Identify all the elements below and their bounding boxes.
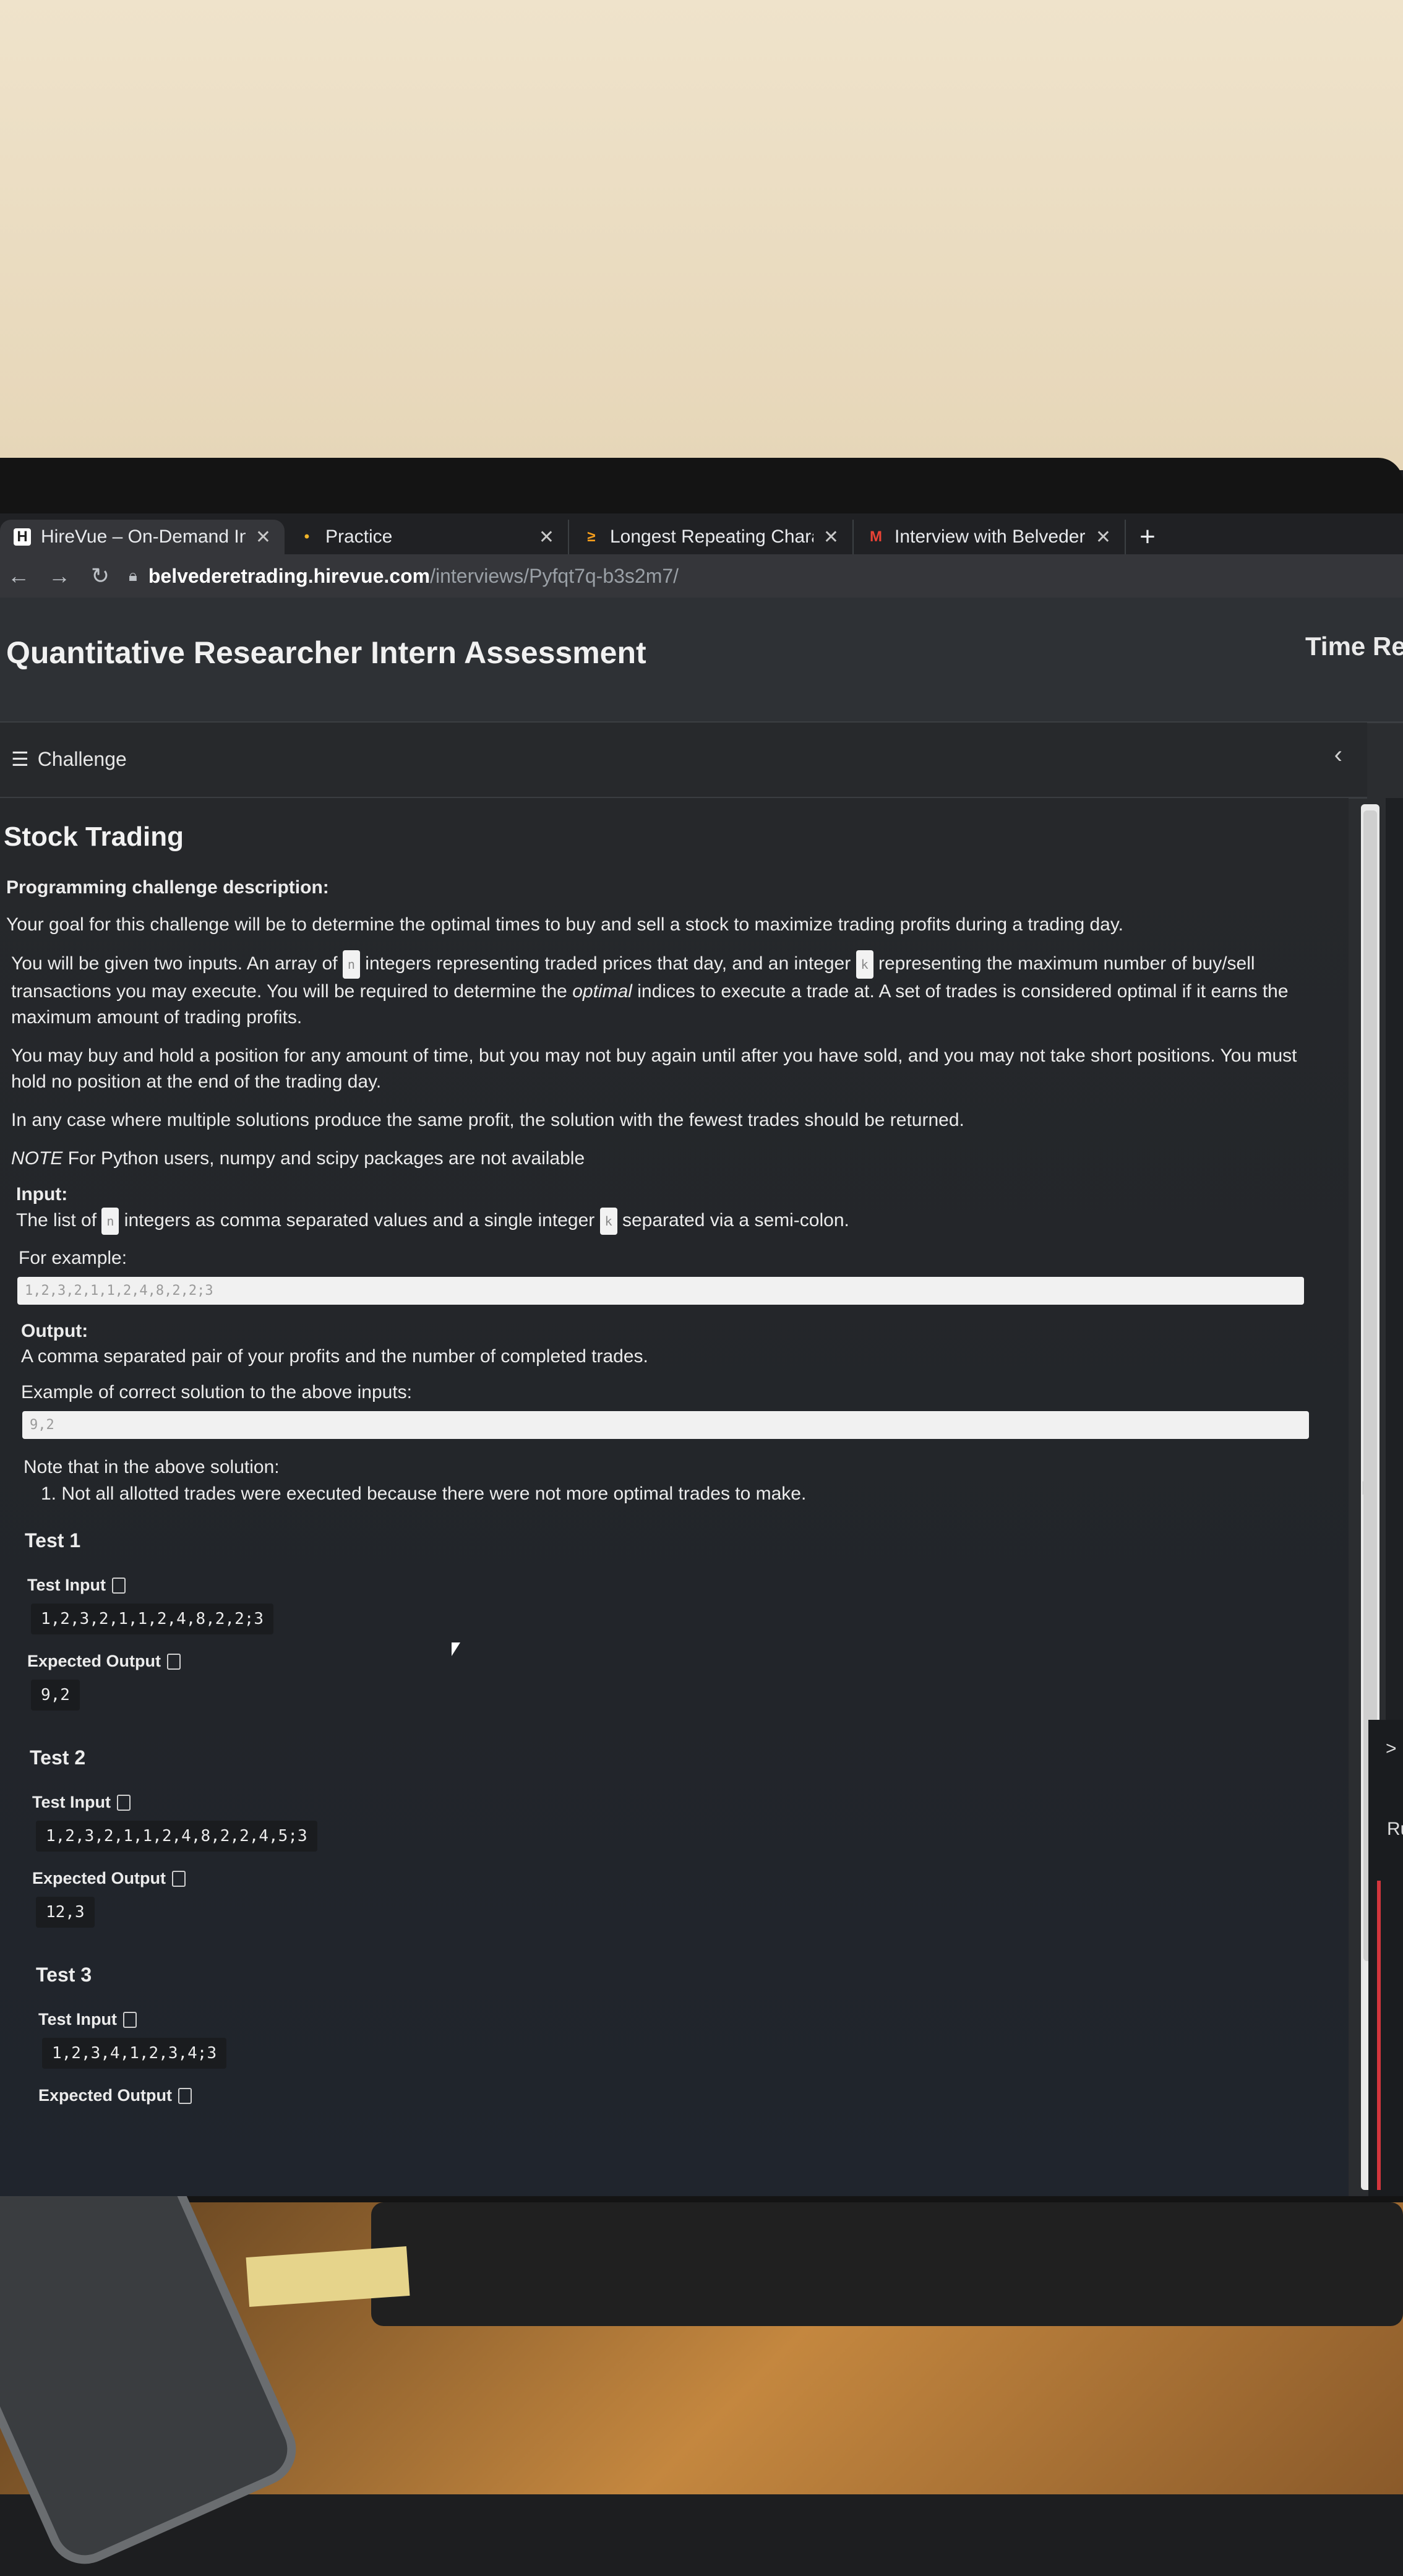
description-paragraph-2: You will be given two inputs. An array o… — [6, 950, 1311, 1031]
expected-output-code: 9,2 — [31, 1680, 80, 1711]
wall-background — [0, 0, 1403, 470]
gmail-favicon-icon: M — [870, 528, 882, 545]
reload-icon[interactable]: ↻ — [88, 563, 113, 589]
k-variable: k — [599, 1208, 617, 1235]
test-title: Test 2 — [30, 1746, 86, 1769]
n-variable: n — [101, 1208, 119, 1235]
test-input-label: Test Input — [38, 2010, 1311, 2029]
description-note: NOTE For Python users, numpy and scipy p… — [11, 1148, 585, 1169]
app-header: Quantitative Researcher Intern Assessmen… — [0, 598, 1403, 723]
test-input-label: Test Input — [27, 1576, 1311, 1595]
list-item: 1. Not all allotted trades were executed… — [41, 1483, 807, 1504]
expand-chevron-icon[interactable]: > — [1386, 1738, 1397, 1759]
lock-icon: 🔒︎ — [129, 566, 137, 585]
test-title: Test 3 — [36, 1964, 92, 1986]
test-input-code: 1,2,3,2,1,1,2,4,8,2,2;3 — [31, 1604, 274, 1634]
n-variable: n — [342, 950, 360, 979]
copy-icon[interactable] — [116, 1794, 131, 1811]
test-1: Test 1 Test Input 1,2,3,2,1,1,2,4,8,2,2;… — [6, 1529, 1311, 1728]
tab-label: Interview with Belvedere — [895, 526, 1086, 547]
expected-output-code: 12,3 — [36, 1897, 95, 1928]
resize-handle-icon[interactable]: ‖ — [1361, 1479, 1370, 1503]
tab-strip: H HireVue – On-Demand Int ✕ • Practice ✕… — [0, 513, 1403, 554]
test-input-code: 1,2,3,2,1,1,2,4,8,2,2,4,5;3 — [36, 1821, 317, 1852]
description-heading: Programming challenge description: — [6, 877, 329, 898]
collapse-chevron-icon[interactable]: ‹ — [1334, 741, 1342, 769]
run-panel-edge: > Ru — [1368, 1720, 1403, 2196]
copy-icon[interactable] — [122, 2011, 137, 2028]
url-field[interactable]: 🔒︎ belvederetrading.hirevue.com/intervie… — [129, 565, 679, 588]
tab-practice[interactable]: • Practice ✕ — [285, 520, 569, 554]
challenge-content: Stock Trading Programming challenge desc… — [0, 798, 1349, 2196]
close-icon[interactable]: ✕ — [1096, 526, 1111, 548]
challenge-bar: ☰ Challenge ‹ — [0, 723, 1367, 799]
leetcode-favicon-icon: ≥ — [587, 528, 596, 545]
note-intro: Note that in the above solution: — [24, 1457, 280, 1477]
tab-hirevue[interactable]: H HireVue – On-Demand Int ✕ — [0, 520, 285, 554]
tab-interview-belvedere[interactable]: M Interview with Belvedere ✕ — [854, 520, 1126, 554]
practice-favicon-icon: • — [304, 528, 310, 545]
input-description: The list of n integers as comma separate… — [16, 1208, 1311, 1235]
tab-label: Practice — [325, 526, 393, 547]
test-input-code: 1,2,3,4,1,2,3,4;3 — [42, 2038, 227, 2069]
problem-title: Stock Trading — [4, 822, 184, 852]
output-heading: Output: — [21, 1321, 88, 1341]
new-tab-button[interactable]: + — [1126, 520, 1169, 554]
input-heading: Input: — [16, 1184, 68, 1204]
page-title: Quantitative Researcher Intern Assessmen… — [6, 635, 646, 670]
url-host: belvederetrading.hirevue.com — [148, 564, 431, 587]
expected-output-label: Expected Output — [32, 1869, 1311, 1888]
example-output-code: 9,2 — [22, 1411, 1309, 1439]
example-input-code: 1,2,3,2,1,1,2,4,8,2,2;3 — [17, 1277, 1304, 1305]
test-input-label: Test Input — [32, 1793, 1311, 1812]
output-description: A comma separated pair of your profits a… — [21, 1346, 648, 1367]
back-arrow-icon[interactable]: ← — [6, 563, 31, 589]
copy-icon[interactable] — [172, 1870, 186, 1887]
tab-label: HireVue – On-Demand Int — [41, 526, 246, 547]
browser-screen: H HireVue – On-Demand Int ✕ • Practice ✕… — [0, 513, 1403, 2196]
note-list: 1. Not all allotted trades were executed… — [31, 1483, 1311, 1505]
close-icon[interactable]: ✕ — [539, 526, 554, 548]
example-output-label: Example of correct solution to the above… — [21, 1382, 413, 1402]
copy-icon[interactable] — [178, 2087, 192, 2104]
time-remaining-label: Time Rer — [1305, 632, 1403, 661]
test-2: Test 2 Test Input 1,2,3,2,1,1,2,4,8,2,2,… — [11, 1746, 1311, 1945]
test-title: Test 1 — [25, 1529, 81, 1552]
close-icon[interactable]: ✕ — [823, 526, 839, 548]
description-paragraph-1: Your goal for this challenge will be to … — [6, 914, 1123, 935]
expected-output-label: Expected Output — [27, 1652, 1311, 1671]
tab-label: Longest Repeating Chara — [610, 526, 813, 547]
run-label: Ru — [1387, 1819, 1403, 1839]
mouse-cursor-icon — [452, 1642, 460, 1656]
address-bar: ← → ↻ 🔒︎ belvederetrading.hirevue.com/in… — [0, 554, 1403, 598]
test-3: Test 3 Test Input 1,2,3,4,1,2,3,4;3 Expe… — [17, 1964, 1311, 2105]
challenge-tab[interactable]: ☰ Challenge — [11, 747, 127, 771]
monitor-stand — [371, 2202, 1403, 2326]
url-path: /interviews/Pyfqt7q-b3s2m7/ — [430, 564, 679, 587]
error-indicator-bar — [1377, 1881, 1381, 2190]
k-variable: k — [856, 950, 873, 979]
example-label: For example: — [19, 1248, 127, 1268]
challenge-label: Challenge — [37, 747, 127, 770]
list-icon: ☰ — [11, 748, 29, 770]
close-icon[interactable]: ✕ — [255, 526, 271, 548]
copy-icon[interactable] — [167, 1653, 181, 1670]
description-paragraph-3: You may buy and hold a position for any … — [11, 1045, 1297, 1092]
description-paragraph-4: In any case where multiple solutions pro… — [11, 1110, 964, 1130]
hirevue-favicon-icon: H — [14, 528, 31, 546]
forward-arrow-icon[interactable]: → — [47, 563, 72, 589]
tab-longest-repeating[interactable]: ≥ Longest Repeating Chara ✕ — [569, 520, 854, 554]
copy-icon[interactable] — [111, 1577, 126, 1594]
expected-output-label: Expected Output — [38, 2086, 1311, 2105]
